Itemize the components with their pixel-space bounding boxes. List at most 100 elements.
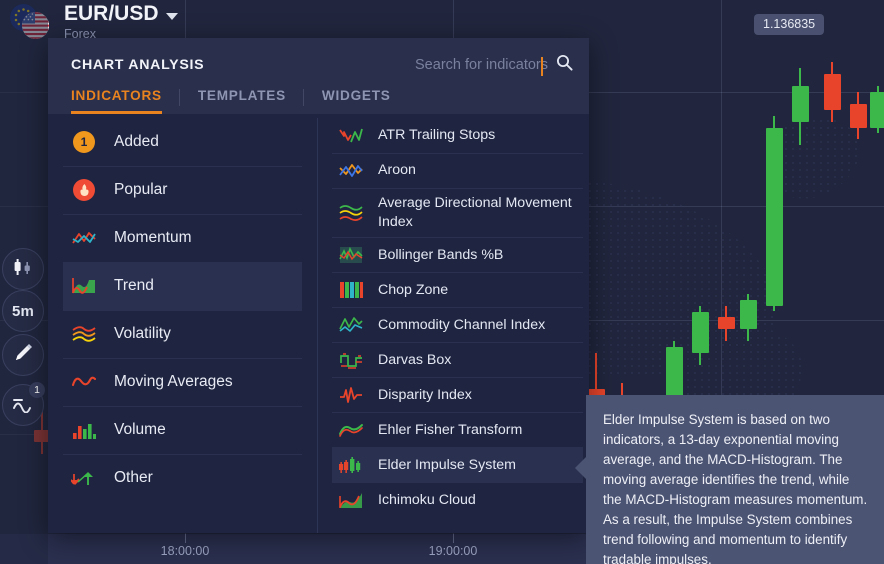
indicator-label: Commodity Channel Index [378, 316, 546, 333]
category-label: Popular [114, 181, 168, 198]
candle-body [691, 311, 709, 354]
candle-body [849, 103, 867, 128]
indicator-label: Average Directional Movement Index [378, 195, 572, 230]
added-count-badge: 1 [73, 131, 95, 153]
indicator-label: Chop Zone [378, 281, 449, 298]
bollinger-bands-icon [338, 244, 364, 266]
indicators-button[interactable]: 1 [2, 382, 45, 426]
candle-body [717, 317, 735, 330]
tooltip-text: Elder Impulse System is based on two ind… [603, 412, 868, 564]
indicator-label: Disparity Index [378, 386, 472, 403]
category-item-volume[interactable]: Volume [63, 406, 302, 454]
category-label: Added [114, 133, 159, 150]
volume-bars-icon [71, 417, 97, 443]
chop-zone-icon [338, 279, 364, 301]
indicator-label: Elder Impulse System [378, 456, 516, 473]
elder-impulse-icon [338, 454, 364, 476]
flame-glyph [73, 179, 95, 201]
indicator-item-aroon[interactable]: Aroon [332, 153, 583, 188]
indicators-count-badge: 1 [29, 382, 45, 398]
volatility-icon [71, 321, 97, 347]
panel-body: 1 Added Popular Momentum Trend Volatility Movi… [48, 114, 589, 533]
candle-body [739, 299, 757, 330]
cci-icon [338, 314, 364, 336]
category-item-other[interactable]: Other [63, 454, 302, 502]
candlestick-icon [12, 257, 34, 282]
disparity-index-icon [338, 384, 364, 406]
moving-average-icon [71, 369, 97, 395]
timeframe-button[interactable]: 5m [2, 290, 44, 332]
left-toolbar: 5m 1 [0, 0, 48, 564]
aroon-icon [338, 160, 364, 182]
category-item-popular[interactable]: Popular [63, 166, 302, 214]
tab-indicators[interactable]: INDICATORS [71, 88, 180, 114]
momentum-icon [71, 225, 97, 251]
category-label: Moving Averages [114, 373, 233, 390]
candle-body [869, 91, 884, 128]
symbol-name-row[interactable]: EUR/USD [64, 2, 178, 26]
tab-widgets-label: WIDGETS [321, 88, 391, 103]
draw-tools-button[interactable] [2, 334, 44, 376]
indicator-item-commodity-channel-index[interactable]: Commodity Channel Index [332, 307, 583, 342]
chevron-down-icon[interactable] [165, 12, 178, 20]
category-item-moving-averages[interactable]: Moving Averages [63, 358, 302, 406]
tab-indicators-label: INDICATORS [71, 88, 162, 103]
indicator-item-atr-trailing-stops[interactable]: ATR Trailing Stops [332, 118, 583, 153]
candle-body [765, 127, 783, 306]
indicator-label: Bollinger Bands %B [378, 246, 504, 263]
ehler-fisher-icon [338, 419, 364, 441]
chart-type-button[interactable] [2, 248, 44, 290]
search-input[interactable] [368, 57, 548, 73]
indicator-label: Ehler Fisher Transform [378, 421, 523, 438]
search-icon[interactable] [556, 54, 573, 76]
indicator-item-bollinger-bands-b[interactable]: Bollinger Bands %B [332, 237, 583, 272]
indicator-label: ATR Trailing Stops [378, 127, 496, 144]
flame-icon [71, 177, 97, 203]
chart-analysis-panel: CHART ANALYSIS INDICATORS [48, 38, 589, 533]
other-arrows-icon [71, 465, 97, 491]
indicator-item-disparity-index[interactable]: Disparity Index [332, 377, 583, 412]
adx-icon [338, 202, 364, 224]
search-box[interactable] [368, 54, 573, 76]
panel-title: CHART ANALYSIS [71, 57, 205, 73]
category-label: Volatility [114, 325, 171, 342]
axis-tick-label: 19:00:00 [428, 544, 478, 558]
tab-widgets[interactable]: WIDGETS [304, 88, 409, 114]
category-label: Volume [114, 421, 166, 438]
indicator-item-elder-impulse-system[interactable]: Elder Impulse System [332, 447, 583, 483]
panel-header: CHART ANALYSIS INDICATORS [48, 38, 589, 114]
indicator-label: Darvas Box [378, 351, 452, 368]
indicator-list[interactable]: ATR Trailing Stops Aroon Average Direction… [318, 114, 589, 533]
indicator-description-tooltip: Elder Impulse System is based on two ind… [575, 395, 884, 564]
indicator-category-list: 1 Added Popular Momentum Trend Volatility Movi… [48, 114, 317, 533]
indicator-item-average-directional-movement-index[interactable]: Average Directional Movement Index [332, 188, 583, 237]
indicator-item-darvas-box[interactable]: Darvas Box [332, 342, 583, 377]
tab-templates-label: TEMPLATES [197, 88, 286, 103]
indicator-item-ichimoku-cloud[interactable]: Ichimoku Cloud [332, 482, 583, 517]
tab-templates[interactable]: TEMPLATES [180, 88, 304, 114]
indicator-item-chop-zone[interactable]: Chop Zone [332, 272, 583, 307]
axis-tick [453, 534, 454, 543]
atr-trailing-stops-icon [338, 125, 364, 147]
category-item-momentum[interactable]: Momentum [63, 214, 302, 262]
symbol-text: EUR/USD Forex [64, 0, 178, 41]
pencil-icon [12, 342, 34, 369]
symbol-name: EUR/USD [64, 2, 159, 25]
timeframe-label: 5m [11, 302, 35, 320]
trend-icon [71, 273, 97, 299]
candle-body [823, 74, 841, 110]
darvas-box-icon [338, 349, 364, 371]
axis-tick [185, 534, 186, 543]
category-label: Momentum [114, 229, 192, 246]
candle-body [791, 86, 809, 122]
indicator-label: Aroon [378, 162, 416, 179]
category-item-trend[interactable]: Trend [63, 262, 302, 310]
indicator-label: Ichimoku Cloud [378, 491, 476, 508]
category-label: Trend [114, 277, 154, 294]
category-label: Other [114, 469, 153, 486]
axis-tick-label: 18:00:00 [160, 544, 210, 558]
category-item-volatility[interactable]: Volatility [63, 310, 302, 358]
tooltip-arrow [575, 457, 586, 479]
indicator-item-ehler-fisher-transform[interactable]: Ehler Fisher Transform [332, 412, 583, 447]
category-item-added[interactable]: 1 Added [63, 118, 302, 166]
